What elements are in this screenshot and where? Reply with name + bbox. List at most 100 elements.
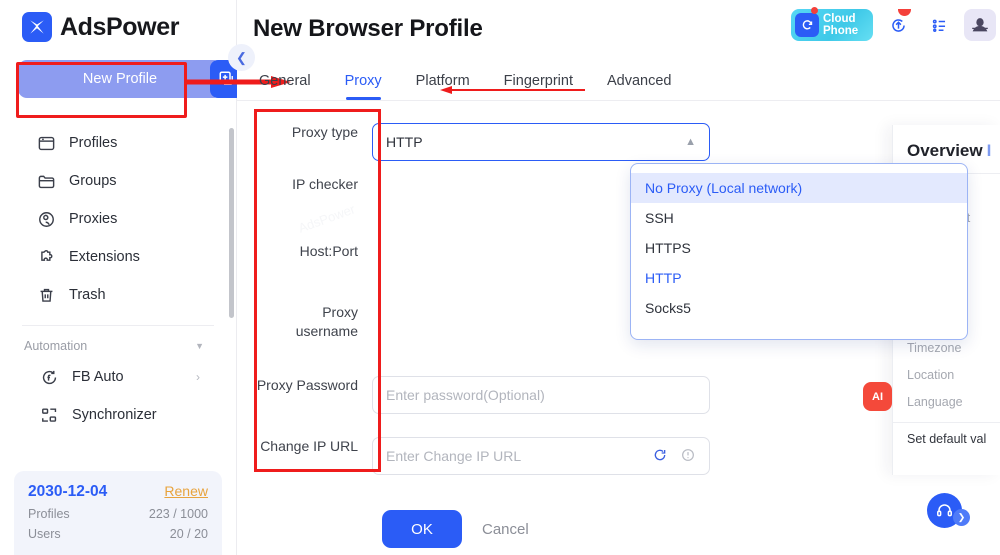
- proxy-type-control: HTTP ▲: [372, 123, 710, 161]
- chevron-up-icon: ▲: [685, 136, 696, 148]
- cloud-phone-icon: [795, 13, 819, 37]
- sidebar-item-label: Synchronizer: [72, 407, 157, 423]
- sidebar-item-label: FB Auto: [72, 369, 124, 385]
- trash-icon: [37, 286, 56, 305]
- tab-fingerprint[interactable]: Fingerprint: [504, 73, 573, 100]
- overview-row-timezone: Timezone: [907, 341, 962, 355]
- chevron-left-icon[interactable]: ❮: [228, 44, 255, 71]
- tab-proxy[interactable]: Proxy: [345, 73, 382, 100]
- new-profile-row: New Profile: [18, 60, 244, 98]
- renew-link[interactable]: Renew: [164, 483, 208, 499]
- puzzle-icon: [37, 248, 56, 267]
- overview-row-location: Location: [907, 368, 955, 382]
- sidebar-group-automation[interactable]: Automation ▼: [0, 326, 236, 358]
- change-ip-url-input[interactable]: Enter Change IP URL: [372, 437, 710, 475]
- dropdown-option-socks5[interactable]: Socks5: [631, 293, 967, 323]
- new-profile-button[interactable]: New Profile: [18, 60, 222, 98]
- sidebar-scrollbar[interactable]: [229, 128, 234, 318]
- plan-row-profiles: Profiles 223 / 1000: [28, 507, 208, 521]
- brand-name: AdsPower: [60, 12, 180, 41]
- proxy-type-select[interactable]: HTTP ▲: [372, 123, 710, 161]
- ai-assistant-button[interactable]: AI: [863, 382, 892, 411]
- adspower-logo-icon: [22, 12, 52, 42]
- brand: AdsPower: [0, 0, 236, 52]
- sidebar-item-label: Proxies: [69, 211, 118, 227]
- task-list-icon[interactable]: [923, 9, 955, 41]
- dropdown-option-no-proxy[interactable]: No Proxy (Local network): [631, 173, 967, 203]
- tab-bar: General Proxy Platform Fingerprint Advan…: [187, 58, 1000, 101]
- plan-row-label: Users: [28, 527, 61, 541]
- sidebar-item-proxies[interactable]: Proxies: [0, 200, 236, 238]
- sidebar-item-groups[interactable]: Groups: [0, 162, 236, 200]
- dropdown-option-ssh[interactable]: SSH: [631, 203, 967, 233]
- cloud-phone-dot: [811, 7, 818, 14]
- modal-footer: OK Cancel: [237, 503, 1000, 555]
- plan-row-label: Profiles: [28, 507, 70, 521]
- proxy-password-input[interactable]: Enter password(Optional): [372, 376, 710, 414]
- main-panel: ❮ New Browser Profile Cloud Phone Genera…: [187, 0, 1000, 555]
- page-title: New Browser Profile: [253, 15, 483, 42]
- sidebar-nav: Profiles Groups Proxies Extensions Trash…: [0, 124, 236, 434]
- tab-general[interactable]: General: [259, 73, 311, 100]
- field-label-host-port: Host:Port: [299, 243, 358, 259]
- globe-icon: [37, 210, 56, 229]
- dropdown-option-https[interactable]: HTTPS: [631, 233, 967, 263]
- sync-nodes-icon: [40, 406, 59, 425]
- change-ip-url-placeholder: Enter Change IP URL: [386, 448, 522, 464]
- sidebar-item-synchronizer[interactable]: Synchronizer: [0, 396, 236, 434]
- sidebar: AdsPower New Profile Profiles Groups Pro…: [0, 0, 244, 555]
- sidebar-item-extensions[interactable]: Extensions: [0, 238, 236, 276]
- facebook-circle-icon: [40, 368, 59, 387]
- field-label-change-ip-url: Change IP URL: [260, 438, 358, 454]
- field-row-change-ip-url: Change IP URL Enter Change IP URL: [237, 437, 1000, 487]
- ok-button[interactable]: OK: [382, 510, 462, 548]
- plan-row-users: Users 20 / 20: [28, 527, 208, 541]
- update-arrow-icon[interactable]: [882, 9, 914, 41]
- sidebar-item-trash[interactable]: Trash: [0, 276, 236, 314]
- field-label-proxy-password: Proxy Password: [256, 377, 358, 393]
- info-circle-icon[interactable]: [680, 447, 696, 466]
- cloud-phone-button[interactable]: Cloud Phone: [791, 7, 873, 41]
- field-label-proxy-type: Proxy type: [291, 124, 358, 140]
- refresh-icon[interactable]: [652, 447, 668, 466]
- plan-expiry-date: 2030-12-04: [28, 483, 108, 500]
- field-label-ip-checker: IP checker: [292, 176, 358, 192]
- user-avatar-icon[interactable]: [964, 9, 996, 41]
- cloud-phone-label: Cloud Phone: [823, 12, 859, 38]
- sidebar-item-fb-auto[interactable]: FB Auto ›: [0, 358, 236, 396]
- plan-card: 2030-12-04 Renew Profiles 223 / 1000 Use…: [14, 471, 222, 555]
- support-headset-icon[interactable]: ❯: [927, 493, 970, 528]
- cancel-button[interactable]: Cancel: [482, 521, 529, 538]
- proxy-password-placeholder: Enter password(Optional): [386, 387, 545, 403]
- header-actions: Cloud Phone: [791, 7, 996, 41]
- change-ip-url-icons: [652, 447, 696, 466]
- plan-header: 2030-12-04 Renew: [28, 483, 208, 501]
- dropdown-option-http[interactable]: HTTP: [631, 263, 967, 293]
- field-label-proxy-username: Proxy username: [295, 304, 358, 339]
- support-arrow-icon: ❯: [953, 509, 970, 526]
- overview-footer-divider: [893, 422, 1000, 423]
- plan-row-value: 20 / 20: [169, 527, 208, 541]
- proxy-form: AdsPower Proxy type HTTP ▲ IP checker Ho…: [237, 101, 1000, 501]
- proxy-type-dropdown: No Proxy (Local network) SSH HTTPS HTTP …: [630, 163, 968, 340]
- sidebar-item-profiles[interactable]: Profiles: [0, 124, 236, 162]
- window-icon: [37, 134, 56, 153]
- set-default-value-link[interactable]: Set default val: [907, 432, 1000, 446]
- chevron-right-icon: ›: [196, 370, 200, 384]
- sidebar-item-label: Extensions: [69, 249, 140, 265]
- tab-advanced[interactable]: Advanced: [607, 73, 672, 100]
- sidebar-group-label: Automation: [24, 339, 88, 353]
- sidebar-item-label: Groups: [69, 173, 117, 189]
- plan-row-value: 223 / 1000: [148, 507, 208, 521]
- sidebar-item-label: Profiles: [69, 135, 118, 151]
- proxy-password-control: Enter password(Optional): [372, 376, 710, 414]
- tab-platform[interactable]: Platform: [416, 73, 470, 100]
- overview-title: Overview I: [907, 141, 992, 160]
- overview-title-cut: I: [986, 141, 992, 160]
- chevron-down-icon: ▼: [195, 341, 204, 351]
- modal-header: New Browser Profile Cloud Phone: [237, 0, 1000, 58]
- app-root: AdsPower New Profile Profiles Groups Pro…: [0, 0, 1000, 555]
- folder-icon: [37, 172, 56, 191]
- overview-row-language: Language: [907, 395, 963, 409]
- sidebar-item-label: Trash: [69, 287, 106, 303]
